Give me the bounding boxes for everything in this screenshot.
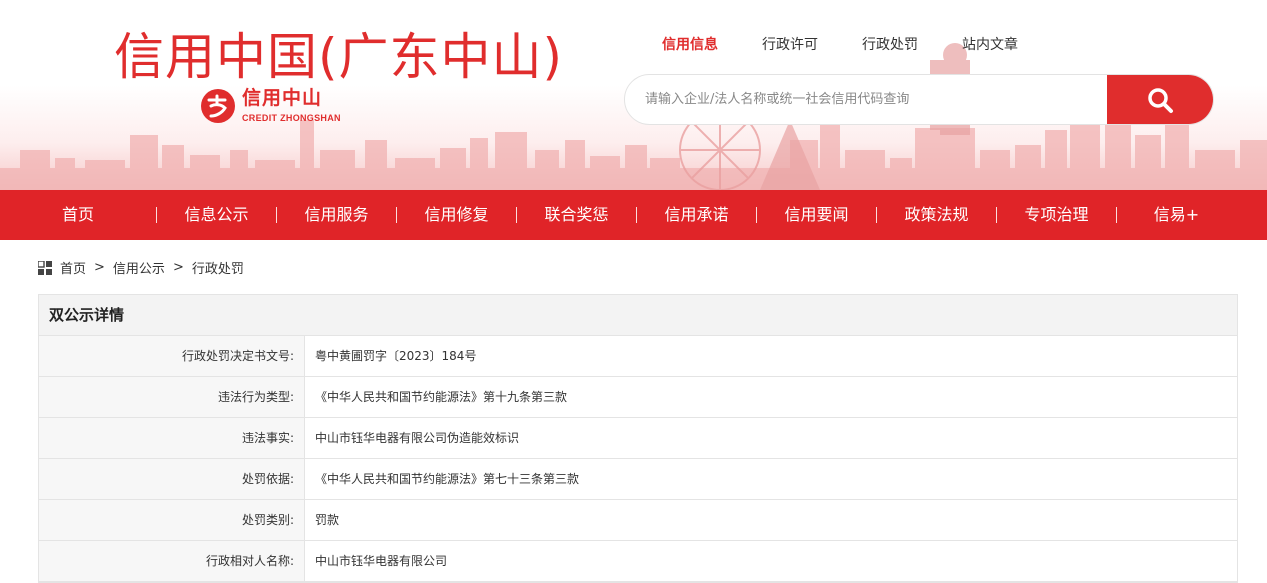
top-nav: 信用信息 行政许可 行政处罚 站内文章 [662,36,1062,54]
active-nav-caret [676,66,690,74]
row-label: 违法事实: [39,418,305,458]
top-nav-credit-info[interactable]: 信用信息 [662,36,718,54]
row-value: 《中华人民共和国节约能源法》第十九条第三款 [315,390,568,404]
logo-subtext: CREDIT ZHONGSHAN [242,113,341,123]
detail-row: 违法事实: 中山市钰华电器有限公司伪造能效标识 [39,418,1237,459]
breadcrumb: 首页 > 信用公示 > 行政处罚 [38,258,244,277]
breadcrumb-credit-disclosure[interactable]: 信用公示 [113,258,165,277]
row-value: 中山市钰华电器有限公司伪造能效标识 [315,431,520,445]
main-nav: 首页 信息公示 信用服务 信用修复 联合奖惩 信用承诺 信用要闻 政策法规 专项… [0,190,1267,240]
main-nav-credit-commitment[interactable]: 信用承诺 [637,190,756,240]
main-nav-info-disclosure[interactable]: 信息公示 [157,190,276,240]
row-label: 违法行为类型: [39,377,305,417]
site-title: 信用中国(广东中山) [114,28,564,86]
row-label: 处罚依据: [39,459,305,499]
main-nav-home[interactable]: 首页 [0,190,156,240]
breadcrumb-separator: > [172,260,184,275]
detail-row: 处罚依据: 《中华人民共和国节约能源法》第七十三条第三款 [39,459,1237,500]
grid-icon [38,260,52,275]
detail-row: 行政相对人名称: 中山市钰华电器有限公司 [39,541,1237,582]
row-value: 《中华人民共和国节约能源法》第七十三条第三款 [315,472,580,486]
detail-row: 行政处罚决定书文号: 粤中黄圃罚字〔2023〕184号 [39,336,1237,377]
search-box [624,74,1214,125]
top-nav-admin-license[interactable]: 行政许可 [762,36,818,54]
main-nav-credit-repair[interactable]: 信用修复 [397,190,516,240]
top-nav-site-articles[interactable]: 站内文章 [962,36,1018,54]
row-value: 罚款 [315,513,340,527]
breadcrumb-home[interactable]: 首页 [60,258,86,277]
main-nav-credit-news[interactable]: 信用要闻 [757,190,876,240]
main-nav-credit-service[interactable]: 信用服务 [277,190,396,240]
breadcrumb-current: 行政处罚 [191,262,244,277]
site-logo[interactable]: 信用中山 CREDIT ZHONGSHAN [200,86,360,128]
search-input[interactable] [625,75,1109,124]
main-nav-xinyi-plus[interactable]: 信易+ [1117,190,1236,240]
main-nav-joint-reward-punish[interactable]: 联合奖惩 [517,190,636,240]
detail-row: 处罚类别: 罚款 [39,500,1237,541]
logo-mark-icon [201,89,235,123]
top-nav-admin-penalty[interactable]: 行政处罚 [862,36,918,54]
row-label: 行政相对人名称: [39,541,305,581]
row-value: 粤中黄圃罚字〔2023〕184号 [315,349,477,363]
breadcrumb-separator: > [94,260,105,275]
detail-panel: 双公示详情 行政处罚决定书文号: 粤中黄圃罚字〔2023〕184号 违法行为类型… [38,294,1238,583]
search-icon [1148,87,1173,113]
detail-row: 违法行为类型: 《中华人民共和国节约能源法》第十九条第三款 [39,377,1237,418]
main-nav-policy[interactable]: 政策法规 [877,190,996,240]
search-button[interactable] [1107,75,1213,124]
site-header: 信用中国(广东中山) 信用中山 CREDIT ZHONGSHAN 信用信息 行政… [0,0,1267,190]
row-label: 行政处罚决定书文号: [39,336,305,376]
row-value: 中山市钰华电器有限公司 [315,554,448,568]
logo-text: 信用中山 [242,87,323,109]
row-label: 处罚类别: [39,500,305,540]
detail-title: 双公示详情 [39,295,1237,336]
main-nav-special-governance[interactable]: 专项治理 [997,190,1116,240]
